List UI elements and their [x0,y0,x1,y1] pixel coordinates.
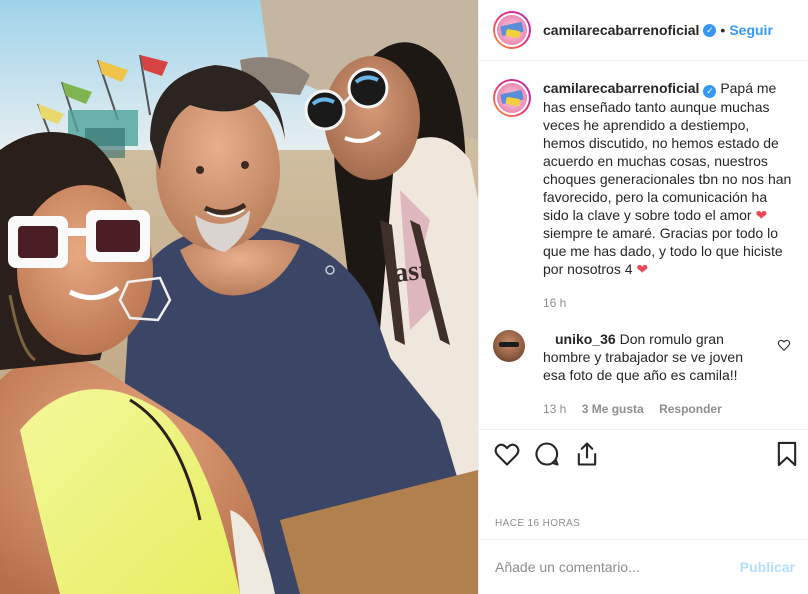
comment-body: uniko_36 Don romulo gran hombre y trabaj… [543,330,769,418]
post-header: camilarecabarrenoficial ✓ • Seguir [479,0,808,61]
add-comment-input[interactable] [495,559,740,575]
comment-meta: 13 h 3 Me gusta Responder [543,400,769,418]
publish-button[interactable]: Publicar [740,559,795,575]
post-actions [479,429,808,477]
comment-like-heart-icon[interactable] [777,338,791,352]
post-timestamp[interactable]: HACE 16 HORAS [495,518,580,529]
caption-text-part2: siempre te amaré. Gracias por todo lo qu… [543,225,783,277]
comments-list[interactable]: camilarecabarrenoficial ✓ Papá me has ens… [479,61,808,429]
instagram-post-modal: ast camilarecabarrenoficial ✓ • Seguir c… [0,0,808,594]
heart-emoji-icon: ❤ [755,207,768,223]
like-heart-icon[interactable] [493,440,521,468]
comment-time[interactable]: 13 h [543,402,566,416]
heart-emoji-icon: ❤ [636,261,649,277]
caption-author-avatar[interactable] [493,79,531,117]
post-sidebar: camilarecabarrenoficial ✓ • Seguir camil… [478,0,808,594]
caption-body: camilarecabarrenoficial ✓ Papá me has ens… [543,79,795,312]
post-photo[interactable]: ast [0,0,478,594]
photo-illustration: ast [0,0,478,594]
bookmark-save-icon[interactable] [773,440,801,468]
reply-button[interactable]: Responder [659,402,722,416]
comment-item: uniko_36 Don romulo gran hombre y trabaj… [493,330,795,418]
verified-badge-icon: ✓ [703,23,717,37]
author-username[interactable]: camilarecabarrenoficial [543,22,699,38]
follow-button[interactable]: Seguir [729,22,773,38]
verified-badge-icon: ✓ [703,85,717,98]
add-comment-bar: Publicar [479,539,808,594]
caption-time[interactable]: 16 h [543,296,566,310]
caption-username[interactable]: camilarecabarrenoficial [543,80,699,96]
commenter-username[interactable]: uniko_36 [555,331,616,347]
share-upload-icon[interactable] [573,440,601,468]
caption: camilarecabarrenoficial ✓ Papá me has ens… [493,79,795,312]
comment-likes[interactable]: 3 Me gusta [582,402,644,416]
caption-meta: 16 h [543,294,795,312]
author-avatar[interactable] [493,11,531,49]
commenter-avatar[interactable] [493,330,525,362]
separator-dot: • [720,22,726,38]
caption-text-part1: Papá me has enseñado tanto aunque muchas… [543,80,792,223]
comment-bubble-icon[interactable] [533,440,561,468]
